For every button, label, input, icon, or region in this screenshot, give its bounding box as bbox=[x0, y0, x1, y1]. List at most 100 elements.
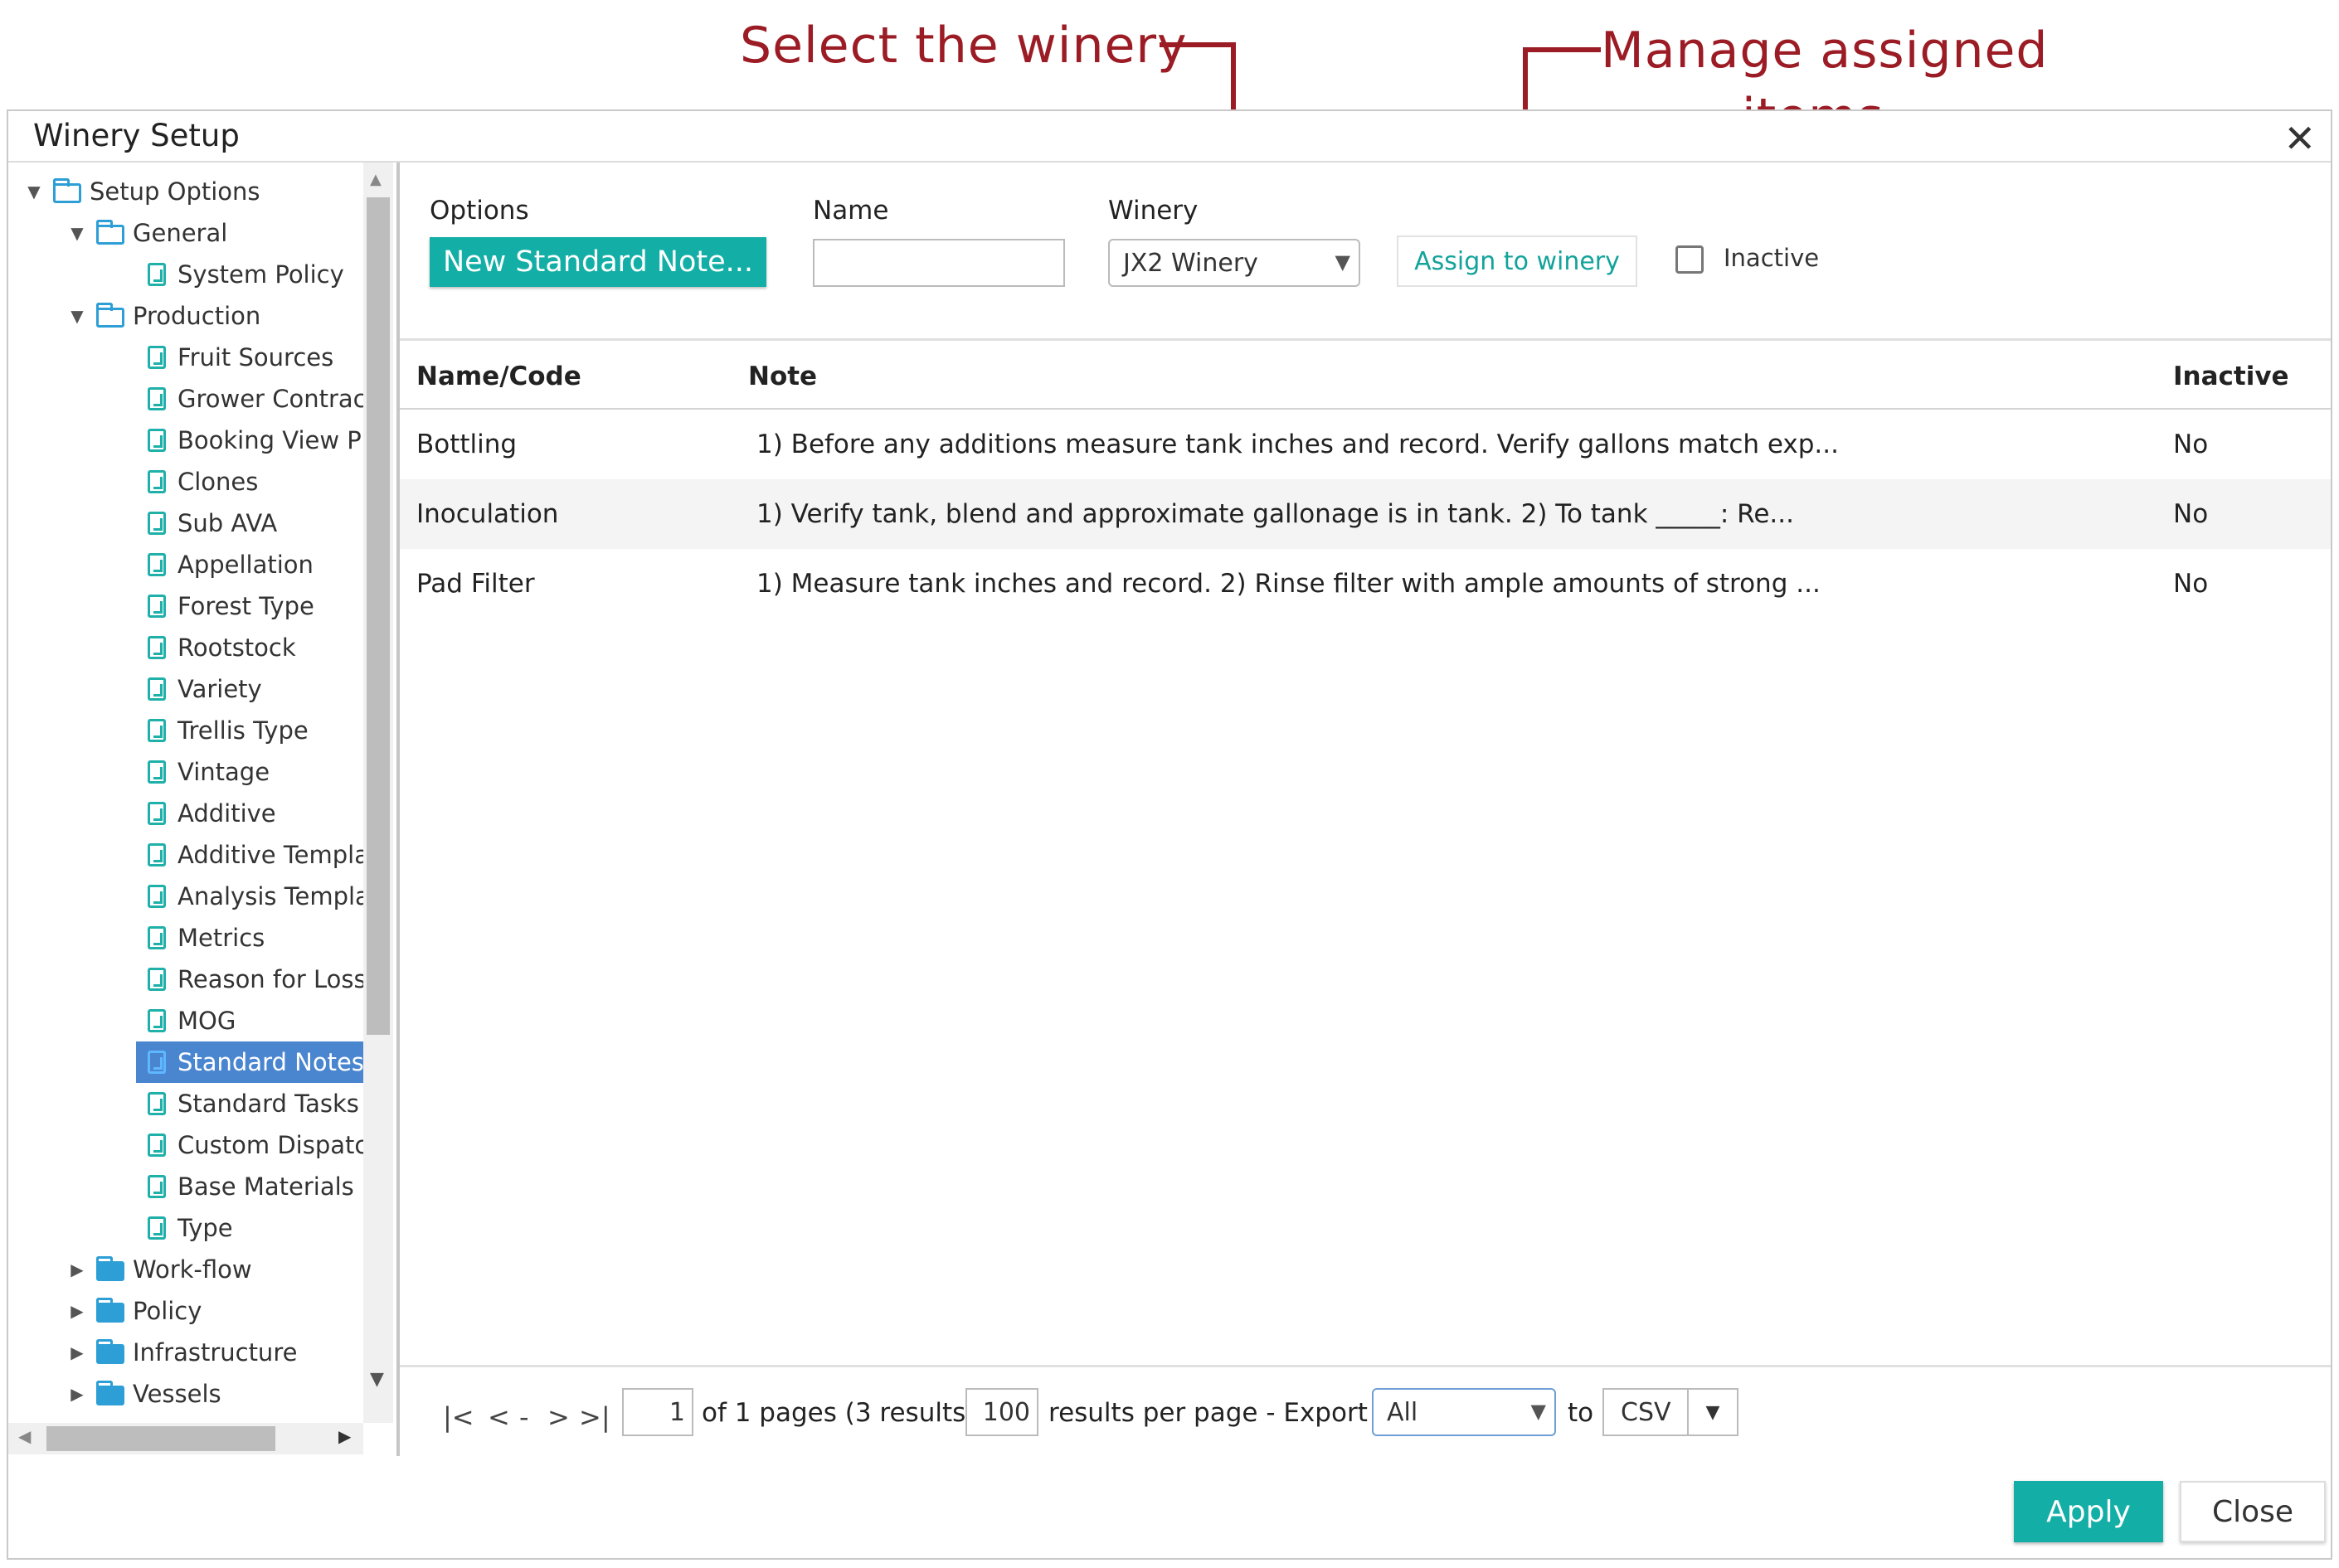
tree-item-label: Forest Type bbox=[177, 592, 314, 620]
tree-item-mog[interactable]: MOG bbox=[148, 1000, 236, 1041]
tree-item-additive[interactable]: Additive bbox=[148, 793, 276, 834]
tree-item-fruit-sources[interactable]: Fruit Sources bbox=[148, 337, 333, 378]
tree-item-label: Booking View P bbox=[177, 426, 362, 454]
assign-to-winery-button[interactable]: Assign to winery bbox=[1397, 235, 1637, 287]
scroll-right-icon[interactable]: ▶ bbox=[338, 1426, 351, 1446]
scroll-down-icon[interactable]: ▼ bbox=[370, 1369, 384, 1390]
new-standard-note-button[interactable]: New Standard Note... bbox=[430, 237, 766, 287]
tree-item-label: Grower Contrac bbox=[177, 385, 367, 413]
tree-item-reason-for-loss[interactable]: Reason for Loss bbox=[148, 959, 367, 1000]
scroll-up-icon[interactable]: ▲ bbox=[370, 171, 382, 188]
tree-item-standard-tasks[interactable]: Standard Tasks bbox=[148, 1083, 359, 1124]
column-header-name-code[interactable]: Name/Code bbox=[416, 362, 581, 391]
tree-node-vessels[interactable]: ▶ Vessels bbox=[66, 1373, 221, 1415]
tree-item-base-materials[interactable]: Base Materials bbox=[148, 1166, 354, 1207]
tree-item-appellation[interactable]: Appellation bbox=[148, 544, 314, 585]
close-button[interactable]: Close bbox=[2180, 1481, 2326, 1542]
tree-node-policy[interactable]: ▶ Policy bbox=[66, 1290, 202, 1332]
tree-item-analysis-templa[interactable]: Analysis Templa bbox=[148, 876, 370, 917]
dialog-titlebar: Winery Setup ✕ bbox=[8, 111, 2331, 163]
grid-divider bbox=[400, 1365, 2331, 1367]
tree-item-system-policy[interactable]: System Policy bbox=[148, 254, 344, 295]
dropdown-caret-icon[interactable]: ▼ bbox=[1689, 1388, 1738, 1436]
pager-separator: - bbox=[519, 1401, 529, 1433]
winery-select-value: JX2 Winery bbox=[1123, 248, 1258, 278]
annotation-connector bbox=[1160, 42, 1236, 47]
tree-item-sub-ava[interactable]: Sub AVA bbox=[148, 502, 277, 544]
pager: |< < - > >| 1 of 1 pages (3 results). 10… bbox=[400, 1370, 2331, 1456]
tree-item-standard-notes[interactable]: Standard Notes bbox=[136, 1041, 365, 1083]
tree-item-booking-view-p[interactable]: Booking View P bbox=[148, 420, 362, 461]
tree-item-forest-type[interactable]: Forest Type bbox=[148, 585, 314, 627]
first-page-icon[interactable]: |< bbox=[443, 1401, 474, 1433]
expand-arrow-icon[interactable]: ▶ bbox=[66, 1342, 88, 1363]
document-icon bbox=[148, 719, 166, 742]
apply-button[interactable]: Apply bbox=[2014, 1481, 2163, 1542]
scroll-left-icon[interactable]: ◀ bbox=[18, 1426, 31, 1446]
last-page-icon[interactable]: >| bbox=[579, 1401, 610, 1433]
tree-node-work-flow[interactable]: ▶ Work-flow bbox=[66, 1249, 252, 1290]
winery-select[interactable]: JX2 Winery ▼ bbox=[1108, 239, 1360, 287]
expand-arrow-icon[interactable]: ▶ bbox=[66, 1259, 88, 1280]
table-row[interactable]: Inoculation 1) Verify tank, blend and ap… bbox=[400, 479, 2331, 549]
document-icon bbox=[148, 263, 166, 286]
document-icon bbox=[148, 387, 166, 410]
expand-arrow-icon[interactable]: ▼ bbox=[66, 305, 88, 327]
folder-icon bbox=[96, 1339, 124, 1364]
previous-page-icon[interactable]: < bbox=[488, 1401, 510, 1433]
expand-arrow-icon[interactable]: ▼ bbox=[23, 181, 45, 202]
document-icon bbox=[148, 1134, 166, 1157]
tree-node-general[interactable]: ▼ General bbox=[66, 212, 227, 254]
tree-horizontal-scrollbar[interactable]: ◀ ▶ bbox=[8, 1423, 363, 1454]
tree-item-rootstock[interactable]: Rootstock bbox=[148, 627, 296, 668]
tree-item-type[interactable]: Type bbox=[148, 1207, 233, 1249]
tree-item-label: Analysis Templa bbox=[177, 882, 370, 910]
tree-item-custom-dispatc[interactable]: Custom Dispatc bbox=[148, 1124, 367, 1166]
cell-note: 1) Measure tank inches and record. 2) Ri… bbox=[756, 569, 1821, 599]
scroll-thumb[interactable] bbox=[367, 197, 390, 1035]
tree-item-label: Sub AVA bbox=[177, 509, 278, 537]
column-header-note[interactable]: Note bbox=[748, 362, 817, 391]
page-number-input[interactable]: 1 bbox=[622, 1388, 693, 1436]
page-count-text: of 1 pages (3 results). bbox=[702, 1398, 985, 1428]
document-icon bbox=[148, 843, 166, 867]
folder-icon bbox=[96, 1381, 124, 1405]
tree-item-grower-contrac[interactable]: Grower Contrac bbox=[148, 378, 367, 420]
document-icon bbox=[148, 1175, 166, 1198]
tree-node-infrastructure[interactable]: ▶ Infrastructure bbox=[66, 1332, 297, 1373]
document-icon bbox=[148, 968, 166, 991]
name-filter-input[interactable] bbox=[813, 239, 1065, 287]
tree-item-label: Custom Dispatc bbox=[177, 1131, 368, 1159]
tree-item-additive-templa[interactable]: Additive Templa bbox=[148, 834, 369, 876]
tree-item-vintage[interactable]: Vintage bbox=[148, 751, 270, 793]
expand-arrow-icon[interactable]: ▶ bbox=[66, 1300, 88, 1322]
folder-icon bbox=[96, 1256, 124, 1281]
expand-arrow-icon[interactable]: ▼ bbox=[66, 222, 88, 244]
expand-arrow-icon[interactable]: ▶ bbox=[66, 1383, 88, 1405]
tree-item-clones[interactable]: Clones bbox=[148, 461, 258, 502]
export-scope-select[interactable]: All ▼ bbox=[1372, 1388, 1556, 1436]
folder-open-icon bbox=[96, 303, 124, 328]
inactive-checkbox[interactable] bbox=[1675, 245, 1704, 274]
tree-item-metrics[interactable]: Metrics bbox=[148, 917, 265, 959]
tree-item-label: Rootstock bbox=[177, 634, 296, 662]
results-per-page-input[interactable]: 100 bbox=[965, 1388, 1038, 1436]
name-label: Name bbox=[813, 196, 889, 226]
close-icon[interactable]: ✕ bbox=[2283, 116, 2316, 161]
export-format-select[interactable]: CSV bbox=[1602, 1388, 1689, 1436]
tree-node-production[interactable]: ▼ Production bbox=[66, 295, 260, 337]
tree-item-variety[interactable]: Variety bbox=[148, 668, 262, 710]
tree-item-label: Variety bbox=[177, 675, 262, 703]
tree-node-label: Policy bbox=[133, 1297, 202, 1325]
column-header-inactive[interactable]: Inactive bbox=[2173, 362, 2289, 391]
table-row[interactable]: Pad Filter 1) Measure tank inches and re… bbox=[400, 549, 2331, 619]
annotation-connector bbox=[1523, 47, 1601, 52]
tree-node-setup-options[interactable]: ▼ Setup Options bbox=[23, 171, 260, 212]
tree-item-trellis-type[interactable]: Trellis Type bbox=[148, 710, 309, 751]
next-page-icon[interactable]: > bbox=[547, 1401, 570, 1433]
tree-node-label: Work-flow bbox=[133, 1255, 252, 1284]
table-row[interactable]: Bottling 1) Before any additions measure… bbox=[400, 410, 2331, 479]
scroll-thumb[interactable] bbox=[46, 1426, 275, 1451]
tree-vertical-scrollbar[interactable]: ▲ ▼ bbox=[363, 163, 393, 1423]
tree-item-label: Base Materials bbox=[177, 1172, 354, 1201]
